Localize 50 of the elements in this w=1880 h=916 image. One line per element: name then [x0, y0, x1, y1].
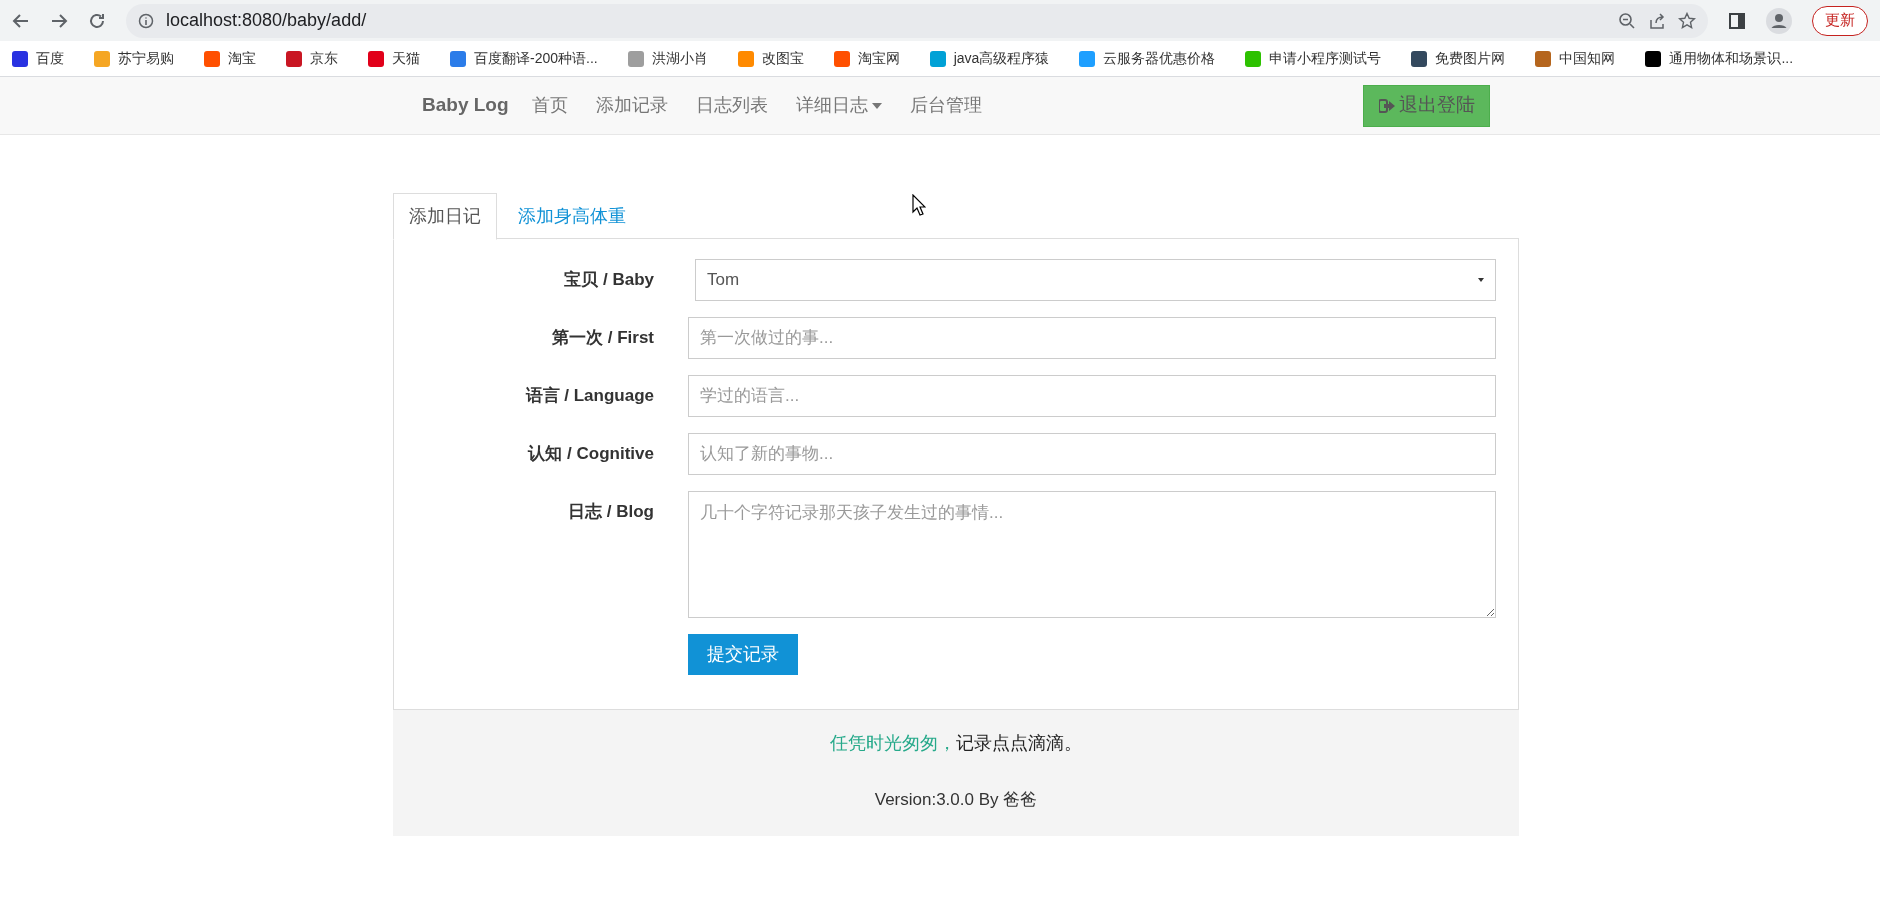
bookmark-link[interactable]: 免费图片网 — [1411, 48, 1506, 69]
bookmark-link[interactable]: 改图宝 — [737, 48, 804, 69]
field-label: 第一次 / First — [551, 327, 654, 349]
blog-textarea[interactable]: 几十个字符记录那天孩子发生过的事情... — [688, 491, 1496, 618]
zoom-out-icon[interactable] — [1618, 11, 1636, 30]
bookmark-link[interactable]: 百度翻译-200种语... — [450, 48, 598, 69]
bookmark-link[interactable]: 云服务器优惠价格 — [1079, 48, 1216, 69]
forward-icon[interactable] — [50, 11, 68, 30]
text-input-field[interactable]: 第一次做过的事... — [688, 317, 1496, 359]
bookmark-link[interactable]: 苏宁易购 — [94, 48, 174, 69]
nav-link[interactable]: 首页 — [531, 92, 568, 119]
select-value: Tom — [707, 269, 740, 292]
text-input-field[interactable]: 学过的语言... — [688, 375, 1496, 417]
caret-icon — [1478, 278, 1484, 282]
footer-slogan: 任凭时光匆匆，记录点点滴滴。 — [830, 732, 1082, 755]
field-label: 日志 / Blog — [567, 501, 654, 523]
address-bar[interactable]: localhost:8080/baby/add/ — [126, 3, 1708, 38]
brand-link[interactable]: Baby Log — [422, 91, 509, 120]
bookmark-link[interactable]: 淘宝 — [204, 48, 256, 69]
tab[interactable]: 添加日记 — [393, 193, 497, 240]
side-panel-icon[interactable] — [1728, 11, 1746, 30]
url-text: localhost:8080/baby/add/ — [166, 9, 367, 32]
version-text: Version:3.0.0 By 爸爸 — [874, 789, 1038, 811]
reload-icon[interactable] — [88, 11, 106, 30]
bookmark-link[interactable]: 通用物体和场景识... — [1645, 48, 1794, 69]
dropdown-link[interactable]: 详细日志 — [795, 92, 882, 119]
field-label: 宝贝 / Baby — [563, 269, 654, 291]
field-label: 语言 / Language — [524, 385, 654, 407]
update-button[interactable]: 更新 — [1812, 5, 1868, 36]
bookmark-link[interactable]: 中国知网 — [1535, 48, 1616, 69]
bookmark-link[interactable]: 百度 — [12, 48, 64, 69]
field-label: 认知 / Cognitive — [526, 443, 654, 465]
sign-out-icon — [1378, 98, 1395, 113]
star-icon[interactable] — [1678, 11, 1696, 30]
bookmark-link[interactable]: 天猫 — [368, 48, 420, 69]
bookmark-link[interactable]: 京东 — [286, 48, 338, 69]
profile-avatar-icon[interactable] — [1766, 7, 1792, 34]
bookmark-link[interactable]: 申请小程序测试号 — [1245, 48, 1382, 69]
share-icon[interactable] — [1648, 11, 1666, 30]
bookmark-link[interactable]: 淘宝网 — [833, 48, 900, 69]
bookmark-link[interactable]: 洪湖小肖 — [627, 48, 708, 69]
info-icon[interactable] — [138, 12, 154, 29]
nav-link[interactable]: 添加记录 — [595, 92, 668, 119]
text-input-field[interactable]: 认知了新的事物... — [688, 433, 1496, 475]
bookmark-link[interactable]: java高级程序猿 — [929, 48, 1050, 69]
nav-link[interactable]: 后台管理 — [909, 92, 982, 119]
nav-link[interactable]: 日志列表 — [695, 92, 768, 119]
baby-select[interactable]: Tom — [695, 259, 1496, 301]
back-icon[interactable] — [12, 11, 30, 30]
mouse-cursor-icon — [912, 194, 926, 216]
